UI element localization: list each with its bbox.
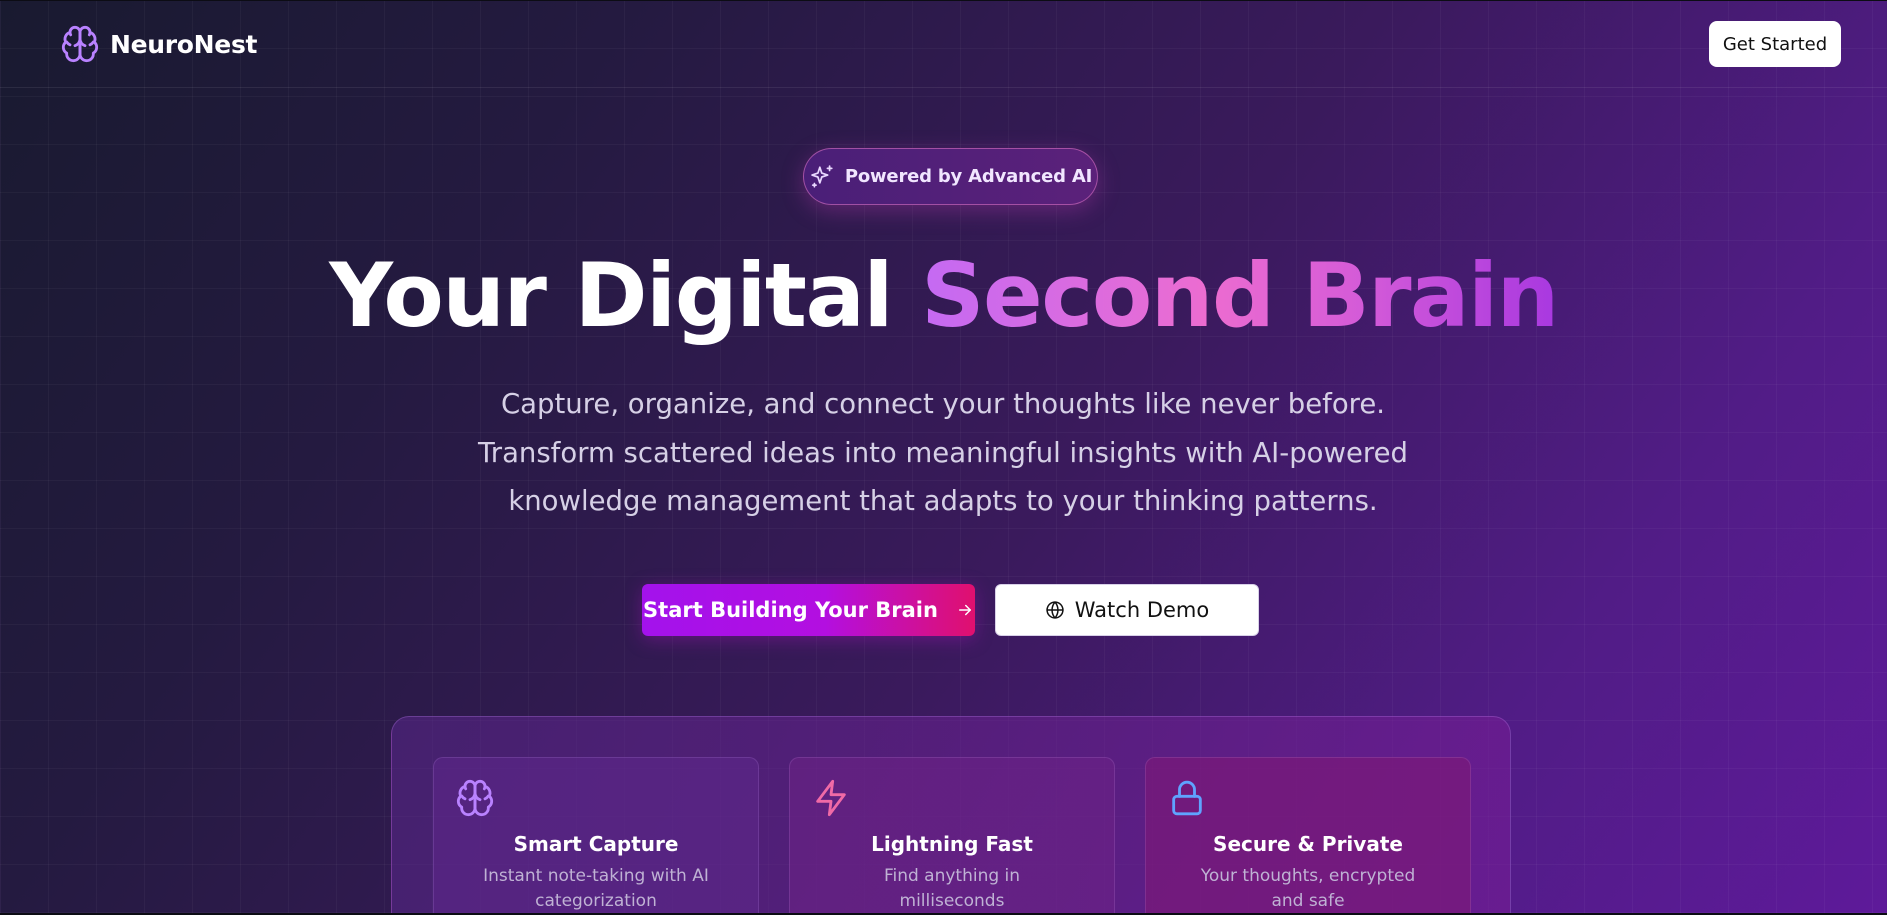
globe-icon (1045, 600, 1065, 620)
features-panel: Smart Capture Instant note-taking with A… (391, 716, 1511, 915)
ai-badge: Powered by Advanced AI (803, 148, 1098, 205)
brain-icon (455, 778, 495, 818)
watch-demo-label: Watch Demo (1074, 598, 1210, 622)
arrow-right-icon (956, 601, 974, 619)
sparkles-icon (809, 164, 835, 190)
hero-title: Your Digital Second Brain (0, 246, 1887, 346)
brand-logo[interactable]: NeuroNest (60, 24, 258, 64)
start-building-label: Start Building Your Brain (643, 598, 938, 622)
hero-title-plain: Your Digital (329, 244, 893, 347)
hero-title-gradient: Second Brain (921, 244, 1559, 347)
lock-icon (1167, 778, 1207, 818)
feature-title: Secure & Private (1213, 832, 1403, 856)
start-building-button[interactable]: Start Building Your Brain (642, 584, 975, 636)
brand-name: NeuroNest (110, 29, 258, 59)
top-navigation-bar: NeuroNest Get Started (0, 0, 1887, 88)
feature-card-secure-private: Secure & Private Your thoughts, encrypte… (1145, 757, 1471, 915)
hero-subtitle: Capture, organize, and connect your thou… (443, 380, 1443, 526)
feature-title: Lightning Fast (871, 832, 1033, 856)
get-started-button[interactable]: Get Started (1709, 21, 1841, 67)
brain-icon (60, 24, 100, 64)
badge-text: Powered by Advanced AI (844, 166, 1093, 187)
hero-subtitle-line: knowledge management that adapts to your… (508, 485, 1378, 517)
hero-subtitle-line: Transform scattered ideas into meaningfu… (478, 436, 1408, 469)
feature-card-lightning-fast: Lightning Fast Find anything in millisec… (789, 757, 1115, 915)
feature-description: Find anything in milliseconds (883, 866, 1021, 911)
feature-card-smart-capture: Smart Capture Instant note-taking with A… (433, 757, 759, 915)
watch-demo-button[interactable]: Watch Demo (995, 584, 1259, 636)
lightning-icon (811, 778, 851, 818)
hero-subtitle-line: Capture, organize, and connect your thou… (500, 388, 1386, 420)
feature-title: Smart Capture (513, 832, 679, 856)
feature-description: Your thoughts, encrypted and safe (1200, 866, 1416, 911)
feature-description: Instant note-taking with AI categorizati… (483, 866, 709, 911)
